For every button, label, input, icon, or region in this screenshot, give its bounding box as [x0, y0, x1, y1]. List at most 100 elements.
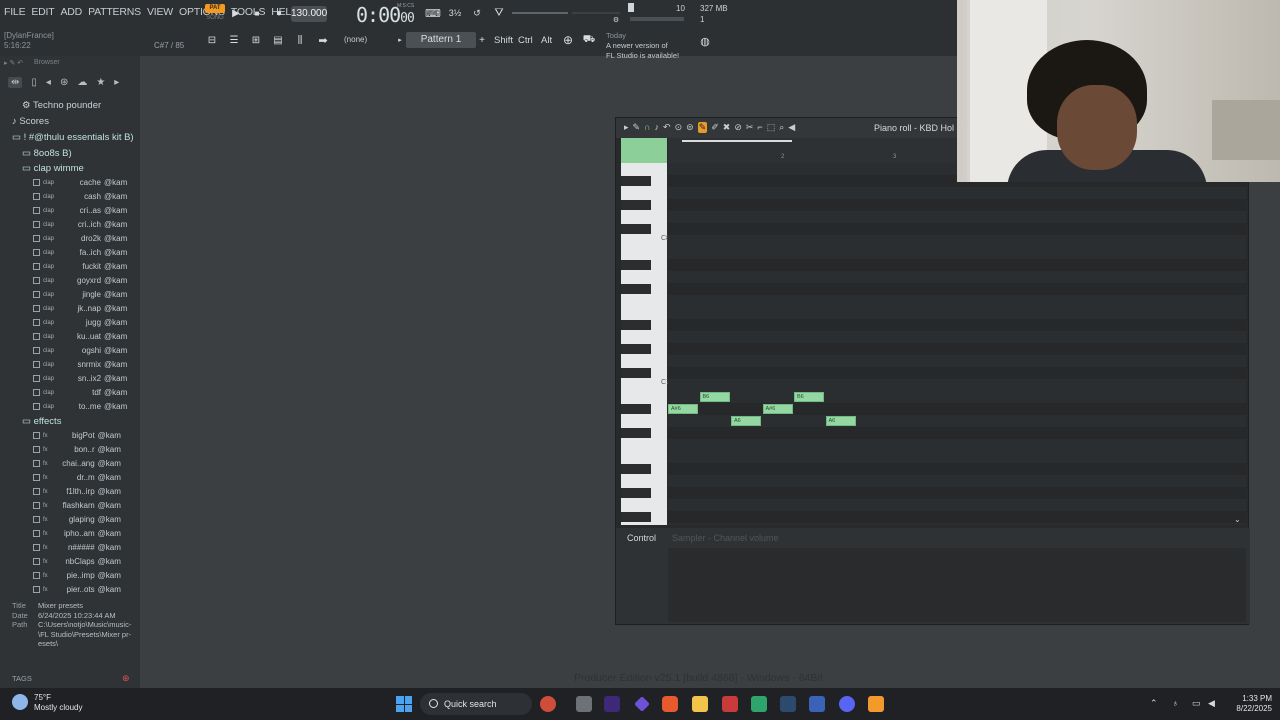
obsidian-icon[interactable] [634, 696, 650, 712]
browser-sync-icon[interactable]: ⊛ [60, 77, 68, 88]
fx-file-row[interactable]: fx pie..imp @kam [33, 571, 121, 580]
tag-search-icon[interactable]: ⊕ [122, 673, 130, 684]
clap-file-row[interactable]: clap cri..ich @kam [33, 220, 127, 229]
black-key[interactable] [621, 260, 651, 270]
fl-studio-taskbar-icon[interactable] [868, 696, 884, 712]
zoom-icon[interactable]: ⌕ [779, 122, 784, 133]
shift-key[interactable]: Shift [494, 35, 513, 46]
chat-app-icon[interactable] [751, 696, 767, 712]
file-manager-icon[interactable] [576, 696, 592, 712]
fx-file-row[interactable]: fx flashkam @kam [33, 501, 121, 510]
fx-file-row[interactable]: fx n##### @kam [33, 543, 121, 552]
midi-note[interactable]: B6 [794, 392, 824, 402]
online-icon[interactable]: ⊕ [560, 32, 576, 48]
news-panel[interactable]: Today A newer version of FL Studio is av… [606, 31, 679, 61]
tempo-display[interactable]: 130.000 [291, 6, 327, 22]
metronome-icon[interactable]: ⛛ [491, 6, 507, 20]
clap-file-row[interactable]: clap jk..nap @kam [33, 304, 127, 313]
playback-icon[interactable]: ◀ [788, 122, 795, 133]
menu-file[interactable]: FILE [4, 6, 26, 18]
discord-icon[interactable] [839, 696, 855, 712]
clap-file-row[interactable]: clap jingle @kam [33, 290, 127, 299]
clap-file-row[interactable]: clap to..me @kam [33, 402, 127, 411]
windows-start-icon[interactable] [396, 696, 412, 712]
clap-file-row[interactable]: clap cash @kam [33, 192, 127, 201]
folder-icon[interactable] [692, 696, 708, 712]
zoom-area-icon[interactable]: ⬚ [767, 122, 776, 133]
browser-cloud-icon[interactable]: ☁ [77, 77, 87, 88]
browser-node[interactable]: ♪ Scores [12, 116, 49, 127]
control-lane[interactable] [668, 548, 1246, 622]
clap-file-row[interactable]: clap fa..ich @kam [33, 248, 127, 257]
steam-icon[interactable] [780, 696, 796, 712]
clap-file-row[interactable]: clap ku..uat @kam [33, 332, 127, 341]
delete-tool-icon[interactable]: ✖ [723, 122, 731, 133]
black-key[interactable] [621, 464, 651, 474]
pattern-prev-icon[interactable]: ▸ [396, 35, 404, 45]
mixer-icon[interactable]: ⫼ [293, 33, 307, 47]
clap-file-row[interactable]: clap dro2k @kam [33, 234, 127, 243]
menu-edit[interactable]: EDIT [31, 6, 54, 18]
pat-mode[interactable]: PAT [205, 4, 225, 13]
weather-widget[interactable]: 75°F Mostly cloudy [12, 693, 82, 713]
black-key[interactable] [621, 176, 651, 186]
tray-chevron-icon[interactable]: ⌃ [1150, 698, 1158, 709]
record-loop-icon[interactable]: ⊙ [675, 122, 683, 133]
clap-file-row[interactable]: clap snrmix @kam [33, 360, 127, 369]
midi-note[interactable]: B6 [699, 392, 730, 402]
ctrl-key[interactable]: Ctrl [518, 35, 533, 46]
midi-note[interactable]: A6 [731, 416, 761, 426]
fx-file-row[interactable]: fx f1lth..irp @kam [33, 487, 121, 496]
control-target[interactable]: Sampler - Channel volume [672, 533, 779, 543]
monitor-icon[interactable]: ▭ [1192, 698, 1201, 709]
mic-icon[interactable]: ♁ [1172, 698, 1179, 708]
cpu-gear-icon[interactable]: ⚙ [612, 16, 620, 24]
clap-file-row[interactable]: clap jugg @kam [33, 318, 127, 327]
target-icon[interactable]: ⊜ [686, 122, 694, 133]
black-key[interactable] [621, 284, 651, 294]
menu-patterns[interactable]: PATTERNS [88, 6, 141, 18]
fx-file-row[interactable]: fx glaping @kam [33, 515, 121, 524]
browser-file-icon[interactable]: ▯ [31, 77, 37, 88]
master-pitch-slider[interactable] [512, 12, 568, 14]
black-key[interactable] [621, 320, 651, 330]
browser-folder[interactable]: ▭ clap wimme [22, 163, 84, 174]
black-key[interactable] [621, 488, 651, 498]
clap-file-row[interactable]: clap tdf @kam [33, 388, 127, 397]
fx-file-row[interactable]: fx pier..ots @kam [33, 585, 121, 594]
menu-arrow-icon[interactable]: ▸ [624, 122, 629, 133]
browser-menu-icon[interactable]: ▸ ✎ ↶ [4, 59, 23, 67]
taskbar-clock[interactable]: 1:33 PM 8/22/2025 [1228, 694, 1272, 714]
note-grid[interactable]: A#6 B6 A6 A#6 B6 A6 [668, 163, 1246, 525]
clap-file-row[interactable]: clap fuckit @kam [33, 262, 127, 271]
clap-file-row[interactable]: clap cri..as @kam [33, 206, 127, 215]
piano-roll-icon[interactable]: ⊞ [249, 33, 263, 47]
control-label[interactable]: Control [627, 533, 656, 543]
brave-browser-icon[interactable] [662, 696, 678, 712]
midi-note[interactable]: A#6 [668, 404, 698, 414]
browser-more-icon[interactable]: ▸ [114, 77, 119, 88]
clap-file-row[interactable]: clap goyxrd @kam [33, 276, 127, 285]
alt-key[interactable]: Alt [541, 35, 552, 46]
browser-node[interactable]: ⚙ Techno pounder [22, 100, 101, 111]
menu-view[interactable]: VIEW [147, 6, 173, 18]
record-icon[interactable]: ● [273, 6, 285, 20]
menu-add[interactable]: ADD [61, 6, 83, 18]
slice-tool-icon[interactable]: ✂ [746, 122, 754, 133]
black-key[interactable] [621, 344, 651, 354]
black-key[interactable] [621, 224, 651, 234]
quick-search[interactable]: Quick search [420, 693, 532, 715]
chevron-down-icon[interactable]: ⌄ [1234, 515, 1241, 524]
black-key[interactable] [621, 512, 651, 522]
fx-file-row[interactable]: fx nbClaps @kam [33, 557, 121, 566]
song-mode[interactable]: SONG [205, 14, 225, 22]
channel-rack-icon[interactable]: ▤ [271, 33, 285, 47]
magnet-icon[interactable]: ∩ [644, 122, 650, 133]
paint-tool-icon[interactable]: ✐ [711, 122, 719, 133]
browser-folder[interactable]: ▭ 8oo8s B) [22, 148, 72, 159]
clap-file-row[interactable]: clap cache @kam [33, 178, 127, 187]
mute-tool-icon[interactable]: ⊘ [734, 122, 742, 133]
snap-selector[interactable]: (none) [344, 35, 367, 44]
ladybug-app-icon[interactable] [540, 696, 556, 712]
loop-record-icon[interactable]: ↺ [469, 6, 485, 20]
